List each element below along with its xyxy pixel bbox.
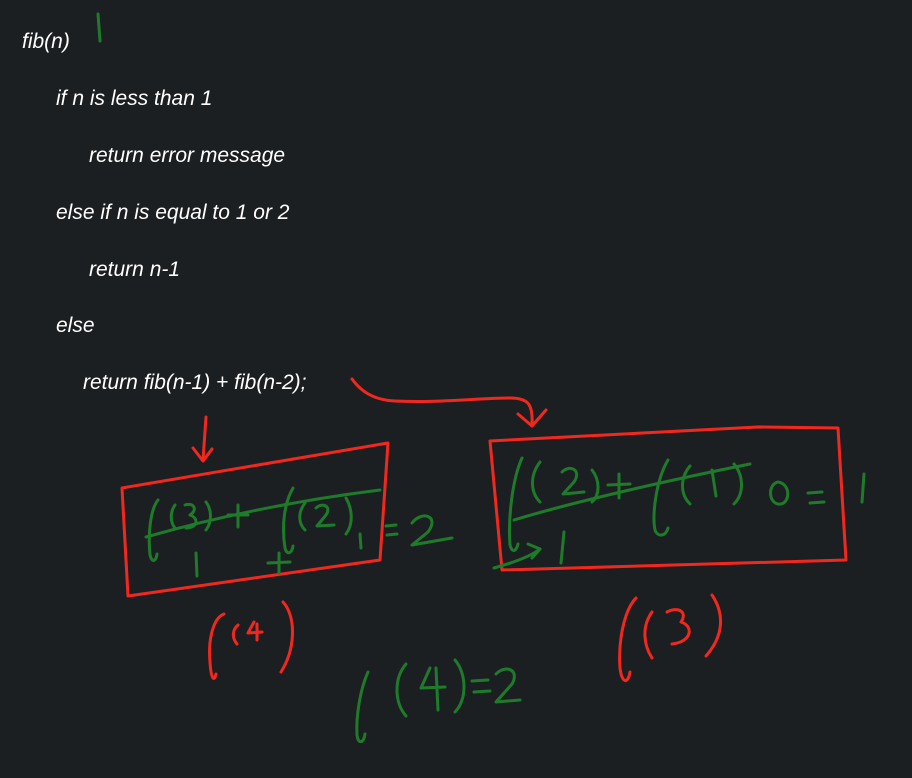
fib-n-result-one [96,12,102,43]
left-box-equals [384,523,399,537]
right-box-f-1-digit [710,468,718,498]
right-box-f-1-paren-close [732,462,743,506]
f-4-letter-f [208,612,226,680]
right-box-equals [806,490,826,505]
right-box-zero [769,480,790,506]
left-box-result-one-b [358,532,363,550]
right-box-f-1 [652,458,670,537]
final-close-paren [453,658,466,714]
left-box-outline [120,441,390,598]
right-box-f-1-paren-open [681,464,692,506]
f-4-close-paren [279,600,294,674]
left-box-result-one-a [194,551,199,578]
left-box-f-2-digit [314,503,336,528]
left-box-f-3 [147,498,160,562]
f-3-open-paren [643,610,654,660]
final-f-letter [355,670,370,744]
left-box-f-2 [282,486,295,555]
right-box-f-2-digit [560,466,586,496]
curved-arrow-to-right-box [350,377,534,426]
whiteboard-canvas: fib(n) if n is less than 1 return error … [0,0,912,778]
right-box-result-one-b [559,530,566,565]
right-box-f-2 [508,456,524,552]
left-box-f-2-paren-open [298,501,307,532]
red-ink-layer [120,377,848,682]
right-box-outline [488,425,848,572]
handwritten-annotations [96,12,866,744]
left-box-f-2-paren-close [344,496,353,536]
final-equals [470,678,492,694]
left-box-f-3-paren-open [169,503,177,530]
left-box-result-two [410,514,454,547]
right-box-f-2-paren-open [531,460,542,504]
final-digit-4 [419,666,447,712]
left-box-plus-small [266,551,292,575]
final-open-paren [395,662,408,718]
f-4-digit-4 [246,620,264,642]
f-3-digit-3 [665,608,691,646]
left-box-f-3-paren-close [204,500,212,532]
f-3-letter-f [618,596,638,682]
down-arrow-left-box [201,415,208,462]
right-box-result-one [860,472,866,504]
f-3-close-paren [704,593,723,658]
final-digit-2 [494,667,522,704]
f-4-open-paren [231,623,240,646]
